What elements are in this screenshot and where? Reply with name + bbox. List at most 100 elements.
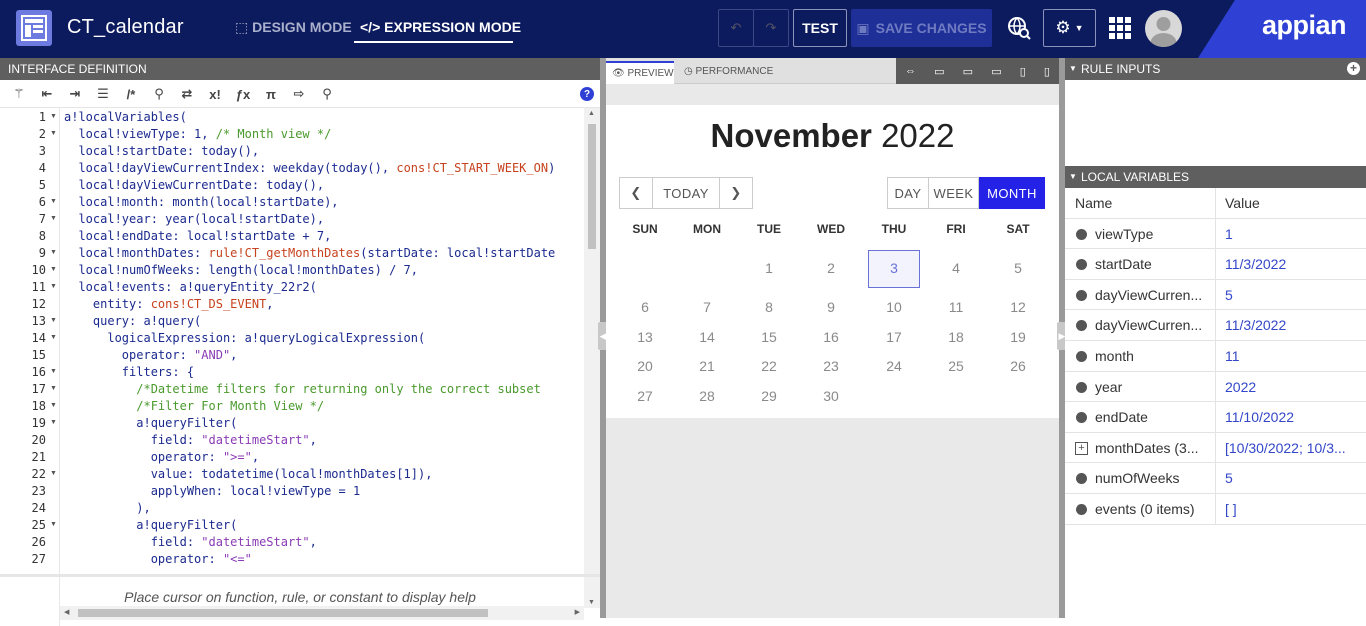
search-icon[interactable]: ⚲ <box>150 86 168 102</box>
indent-icon[interactable]: ⇥ <box>66 86 84 102</box>
calendar-day[interactable]: 15 <box>744 329 794 345</box>
code-line[interactable]: local!monthDates: rule!CT_getMonthDates(… <box>64 246 555 260</box>
code-editor[interactable]: 1 2 3 4 5 6 7 8 9 10 11 12 13 14 15 16 1… <box>0 108 600 626</box>
variable-value[interactable]: 11 <box>1225 348 1365 364</box>
code-line[interactable]: local!dayViewCurrentIndex: weekday(today… <box>64 161 555 175</box>
fold-arrow-icon[interactable]: ▼ <box>50 385 57 392</box>
local-variable-row[interactable]: + monthDates (3... [10/30/2022; 10/3... <box>1065 432 1366 464</box>
help-icon[interactable]: ? <box>580 87 594 101</box>
variable-value[interactable]: 5 <box>1225 287 1365 303</box>
variable-value[interactable]: 2022 <box>1225 379 1365 395</box>
code-line[interactable]: local!startDate: today(), <box>64 144 259 158</box>
variable-value[interactable]: 11/10/2022 <box>1225 409 1365 425</box>
code-line[interactable]: filters: { <box>64 365 194 379</box>
code-line[interactable]: applyWhen: local!viewType = 1 <box>64 484 361 498</box>
fold-arrow-icon[interactable]: ▼ <box>50 419 57 426</box>
calendar-day[interactable]: 26 <box>993 358 1043 374</box>
month-view-button[interactable]: MONTH <box>979 177 1045 209</box>
fold-arrow-icon[interactable]: ▼ <box>50 317 57 324</box>
code-line[interactable]: local!numOfWeeks: length(local!monthDate… <box>64 263 418 277</box>
fold-arrow-icon[interactable]: ▼ <box>50 266 57 273</box>
fold-arrow-icon[interactable]: ▼ <box>50 334 57 341</box>
calendar-day[interactable]: 28 <box>682 388 732 404</box>
code-line[interactable]: operator: "AND", <box>64 348 238 362</box>
tablet-icon[interactable]: ▯ <box>1020 65 1026 78</box>
fold-arrow-icon[interactable]: ▼ <box>50 470 57 477</box>
fold-arrow-icon[interactable]: ▼ <box>50 215 57 222</box>
calendar-day[interactable]: 29 <box>744 388 794 404</box>
calendar-day[interactable]: 23 <box>806 358 856 374</box>
code-line[interactable]: value: todatetime(local!monthDates[1]), <box>64 467 433 481</box>
expression-mode-tab[interactable]: </> EXPRESSION MODE <box>354 19 521 43</box>
calendar-day[interactable]: 18 <box>931 329 981 345</box>
undo-button[interactable]: ↶ <box>718 9 754 47</box>
calendar-day[interactable]: 3 <box>869 260 919 276</box>
code-line[interactable]: operator: ">=", <box>64 450 259 464</box>
comment-icon[interactable]: /* <box>122 86 140 102</box>
fold-arrow-icon[interactable]: ▼ <box>50 130 57 137</box>
calendar-day[interactable]: 20 <box>620 358 670 374</box>
calendar-day[interactable]: 1 <box>744 260 794 276</box>
tab-preview[interactable]: 👁 PREVIEW <box>606 61 674 84</box>
code-line[interactable]: field: "datetimeStart", <box>64 535 317 549</box>
phone-icon[interactable]: ▯ <box>1044 65 1050 78</box>
local-variable-row[interactable]: dayViewCurren... 5 <box>1065 279 1366 311</box>
navigation-menu-button[interactable] <box>1107 9 1133 47</box>
week-view-button[interactable]: WEEK <box>928 177 979 209</box>
calendar-day[interactable]: 25 <box>931 358 981 374</box>
local-variables-header[interactable]: ▼ LOCAL VARIABLES <box>1065 166 1366 188</box>
settings-button[interactable]: ⚙ ▼ <box>1043 9 1096 47</box>
fold-arrow-icon[interactable]: ▼ <box>50 521 57 528</box>
local-variable-row[interactable]: endDate 11/10/2022 <box>1065 402 1366 433</box>
variable-value[interactable]: 5 <box>1225 470 1365 486</box>
calendar-day[interactable]: 6 <box>620 299 670 315</box>
calendar-day[interactable]: 14 <box>682 329 732 345</box>
code-line[interactable]: local!viewType: 1, /* Month view */ <box>64 127 331 141</box>
user-avatar[interactable] <box>1145 10 1182 47</box>
today-button[interactable]: TODAY <box>652 177 720 209</box>
desktop-wide-icon[interactable]: ▭ <box>934 65 944 78</box>
variable-value[interactable]: 11/3/2022 <box>1225 256 1365 272</box>
variable-value[interactable]: 11/3/2022 <box>1225 317 1365 333</box>
calendar-day[interactable]: 10 <box>869 299 919 315</box>
scroll-up-icon[interactable]: ▲ <box>588 110 595 117</box>
local-variable-row[interactable]: startDate 11/3/2022 <box>1065 249 1366 280</box>
calendar-day[interactable]: 13 <box>620 329 670 345</box>
calendar-day[interactable]: 2 <box>806 260 856 276</box>
code-line[interactable]: a!queryFilter( <box>64 416 237 430</box>
code-line[interactable]: operator: "<=" <box>64 552 252 566</box>
fold-arrow-icon[interactable]: ▼ <box>50 198 57 205</box>
local-variable-row[interactable]: events (0 items) [ ] <box>1065 493 1366 525</box>
local-variable-row[interactable]: numOfWeeks 5 <box>1065 463 1366 494</box>
monitor-icon[interactable]: ▭ <box>991 65 1001 78</box>
local-variable-row[interactable]: dayViewCurren... 11/3/2022 <box>1065 310 1366 341</box>
local-variable-row[interactable]: year 2022 <box>1065 371 1366 403</box>
code-line[interactable]: local!year: year(local!startDate), <box>64 212 324 226</box>
code-line[interactable]: logicalExpression: a!queryLogicalExpress… <box>64 331 425 345</box>
calendar-day[interactable]: 9 <box>806 299 856 315</box>
globe-search-button[interactable] <box>1003 9 1035 47</box>
export-icon[interactable]: ⇨ <box>290 86 308 102</box>
code-line[interactable]: local!month: month(local!startDate), <box>64 195 338 209</box>
code-line[interactable]: /*Filter For Month View */ <box>64 399 324 413</box>
calendar-day[interactable]: 24 <box>869 358 919 374</box>
code-line[interactable]: a!localVariables( <box>64 110 187 124</box>
redo-button[interactable]: ↷ <box>753 9 789 47</box>
test-button[interactable]: TEST <box>793 9 847 47</box>
fold-arrow-icon[interactable]: ▼ <box>50 113 57 120</box>
code-line[interactable]: local!endDate: local!startDate + 7, <box>64 229 331 243</box>
calendar-day[interactable]: 22 <box>744 358 794 374</box>
expression-x-icon[interactable]: x! <box>206 86 224 102</box>
fold-arrow-icon[interactable]: ▼ <box>50 249 57 256</box>
format-list-icon[interactable]: ☰ <box>94 86 112 102</box>
rule-inputs-header[interactable]: ▼ RULE INPUTS + <box>1065 58 1366 80</box>
replace-icon[interactable]: ⇄ <box>178 86 196 102</box>
previous-button[interactable]: ❮ <box>619 177 653 209</box>
calendar-day[interactable]: 11 <box>931 299 981 315</box>
function-icon[interactable]: ƒx <box>234 86 252 102</box>
fit-width-icon[interactable]: ⇔ <box>905 65 916 77</box>
variable-value[interactable]: 1 <box>1225 226 1365 242</box>
calendar-day[interactable]: 12 <box>993 299 1043 315</box>
code-line[interactable]: entity: cons!CT_DS_EVENT, <box>64 297 274 311</box>
code-line[interactable]: query: a!query( <box>64 314 201 328</box>
